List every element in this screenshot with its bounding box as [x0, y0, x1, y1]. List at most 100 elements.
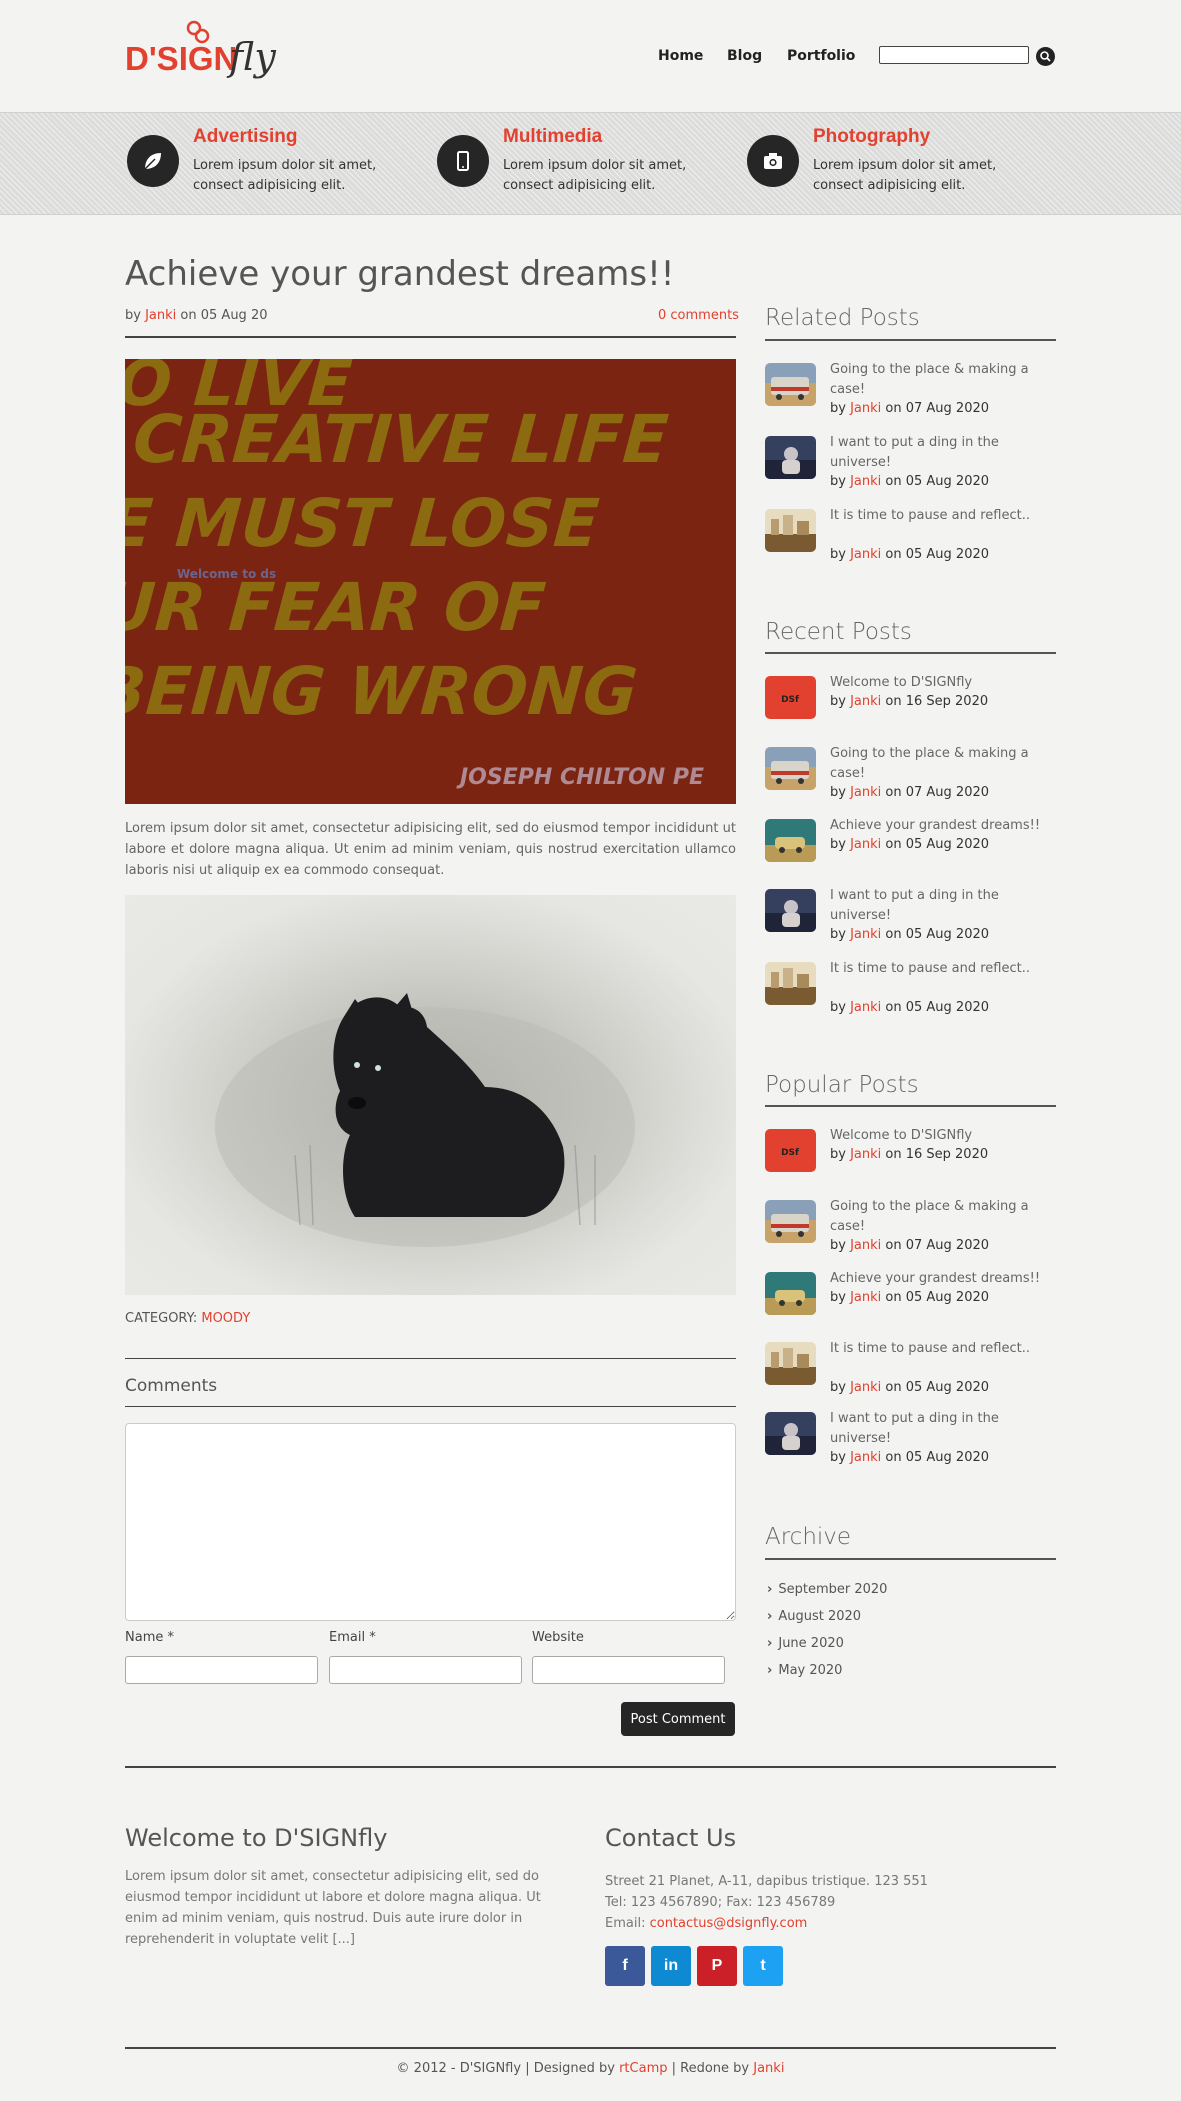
pinterest-icon[interactable]: P — [697, 1946, 737, 1986]
divider — [765, 339, 1056, 341]
name-field[interactable] — [125, 1656, 318, 1684]
email-field[interactable] — [329, 1656, 522, 1684]
post-date: on 05 Aug 20 — [180, 308, 268, 323]
redone-prefix: | Redone by — [671, 2061, 750, 2076]
divider — [765, 1105, 1056, 1107]
svg-text:DSf: DSf — [781, 1148, 799, 1158]
sidebar-post-title[interactable]: I want to put a ding in the universe! — [830, 886, 1050, 926]
archive-item[interactable]: › August 2020 — [767, 1609, 861, 1624]
meta-by: by — [830, 401, 851, 416]
footer-contact-title: Contact Us — [605, 1824, 737, 1852]
redone-link[interactable]: Janki — [753, 2061, 784, 2076]
sidebar-post-meta: by Janki on 07 Aug 2020 — [830, 785, 989, 800]
meta-by: by — [830, 927, 851, 942]
quote-line: E MUST LOSE — [125, 485, 602, 562]
sidebar-post-title[interactable]: Going to the place & making a case! — [830, 744, 1050, 784]
divider — [125, 336, 736, 338]
facebook-icon[interactable]: f — [605, 1946, 645, 1986]
sidebar-post-title[interactable]: I want to put a ding in the universe! — [830, 433, 1050, 473]
archive-item[interactable]: › September 2020 — [767, 1582, 887, 1597]
post-thumbnail[interactable] — [765, 1272, 816, 1315]
post-author-link[interactable]: Janki — [145, 308, 176, 323]
sidebar-post-title[interactable]: Achieve your grandest dreams!! — [830, 816, 1050, 836]
category-link[interactable]: MOODY — [201, 1311, 250, 1326]
sidebar-post-title[interactable]: It is time to pause and reflect.. — [830, 506, 1050, 526]
image-overlay-text: Welcome to ds — [177, 567, 277, 581]
name-label: Name * — [125, 1630, 174, 1645]
post-thumbnail[interactable] — [765, 1412, 816, 1455]
search-button[interactable] — [1036, 47, 1055, 66]
post-thumbnail[interactable] — [765, 509, 816, 552]
author-link[interactable]: Janki — [850, 1450, 881, 1465]
author-link[interactable]: Janki — [850, 1000, 881, 1015]
divider — [125, 1358, 736, 1359]
author-link[interactable]: Janki — [850, 1147, 881, 1162]
sidebar-post-title[interactable]: Going to the place & making a case! — [830, 360, 1050, 400]
post-thumbnail[interactable] — [765, 1200, 816, 1243]
author-link[interactable]: Janki — [850, 694, 881, 709]
post-comment-button[interactable]: Post Comment — [621, 1702, 735, 1736]
comments-count-link[interactable]: 0 comments — [658, 308, 739, 323]
sidebar-post-meta: by Janki on 07 Aug 2020 — [830, 1238, 989, 1253]
sidebar-post-title[interactable]: Welcome to D'SIGNfly — [830, 1126, 1050, 1146]
post-thumbnail[interactable] — [765, 1342, 816, 1385]
comment-textarea[interactable] — [125, 1423, 736, 1621]
copyright: © 2012 - D'SIGNfly | Designed by rtCamp … — [0, 2061, 1181, 2076]
archive-item[interactable]: › June 2020 — [767, 1636, 844, 1651]
author-link[interactable]: Janki — [850, 1380, 881, 1395]
meta-by: by — [830, 694, 851, 709]
post-thumbnail[interactable] — [765, 747, 816, 790]
footer-bottom-divider — [125, 2047, 1056, 2049]
author-link[interactable]: Janki — [850, 401, 881, 416]
website-field[interactable] — [532, 1656, 725, 1684]
email-link[interactable]: contactus@dsignfly.com — [650, 1916, 808, 1931]
post-date: on 16 Sep 2020 — [885, 694, 989, 709]
author-link[interactable]: Janki — [850, 1238, 881, 1253]
nav-blog[interactable]: Blog — [727, 48, 762, 64]
post-panther-image — [125, 895, 736, 1295]
twitter-icon[interactable]: t — [743, 1946, 783, 1986]
sidebar-post-title[interactable]: I want to put a ding in the universe! — [830, 1409, 1050, 1449]
sidebar-post-title[interactable]: It is time to pause and reflect.. — [830, 1339, 1050, 1359]
site-logo[interactable]: D'SIGN fly — [125, 14, 305, 96]
post-date: on 07 Aug 2020 — [885, 1238, 990, 1253]
post-thumbnail[interactable] — [765, 819, 816, 862]
archive-item[interactable]: › May 2020 — [767, 1663, 842, 1678]
author-link[interactable]: Janki — [850, 785, 881, 800]
nav-portfolio[interactable]: Portfolio — [787, 48, 855, 64]
archive-label: May 2020 — [778, 1663, 843, 1678]
nav-home[interactable]: Home — [658, 48, 703, 64]
sidebar-post-title[interactable]: Achieve your grandest dreams!! — [830, 1269, 1050, 1289]
meta-by: by — [830, 547, 851, 562]
divider — [125, 1406, 736, 1407]
author-link[interactable]: Janki — [850, 547, 881, 562]
camera-icon — [764, 153, 782, 169]
post-thumbnail[interactable] — [765, 363, 816, 406]
sidebar-post-title[interactable]: It is time to pause and reflect.. — [830, 959, 1050, 979]
post-thumbnail[interactable] — [765, 436, 816, 479]
sidebar-post-meta: by Janki on 07 Aug 2020 — [830, 401, 989, 416]
author-link[interactable]: Janki — [850, 927, 881, 942]
sidebar-post-title[interactable]: Welcome to D'SIGNfly — [830, 673, 1050, 693]
archive-title: Archive — [765, 1524, 852, 1550]
post-body: Lorem ipsum dolor sit amet, consectetur … — [125, 821, 736, 878]
archive-label: September 2020 — [778, 1582, 888, 1597]
post-thumbnail[interactable]: DSf — [765, 676, 816, 719]
sidebar-post-title[interactable]: Going to the place & making a case! — [830, 1197, 1050, 1237]
sidebar-post-meta: by Janki on 05 Aug 2020 — [830, 1450, 989, 1465]
author-link[interactable]: Janki — [850, 837, 881, 852]
author-link[interactable]: Janki — [850, 474, 881, 489]
search-input[interactable] — [879, 46, 1029, 64]
linkedin-icon[interactable]: in — [651, 1946, 691, 1986]
quote-credit: JOSEPH CHILTON PE — [460, 765, 705, 790]
author-link[interactable]: Janki — [850, 1290, 881, 1305]
footer-welcome-title: Welcome to D'SIGNfly — [125, 1824, 388, 1852]
post-thumbnail[interactable]: DSf — [765, 1129, 816, 1172]
post-thumbnail[interactable] — [765, 962, 816, 1005]
designer-link[interactable]: rtCamp — [619, 2061, 667, 2076]
svg-text:DSf: DSf — [781, 695, 799, 705]
feature-text: Lorem ipsum dolor sit amet, consect adip… — [813, 158, 997, 193]
post-thumbnail[interactable] — [765, 889, 816, 932]
quote-line: CREATIVE LIFE — [130, 401, 671, 478]
social-glyph: P — [711, 1957, 723, 1974]
